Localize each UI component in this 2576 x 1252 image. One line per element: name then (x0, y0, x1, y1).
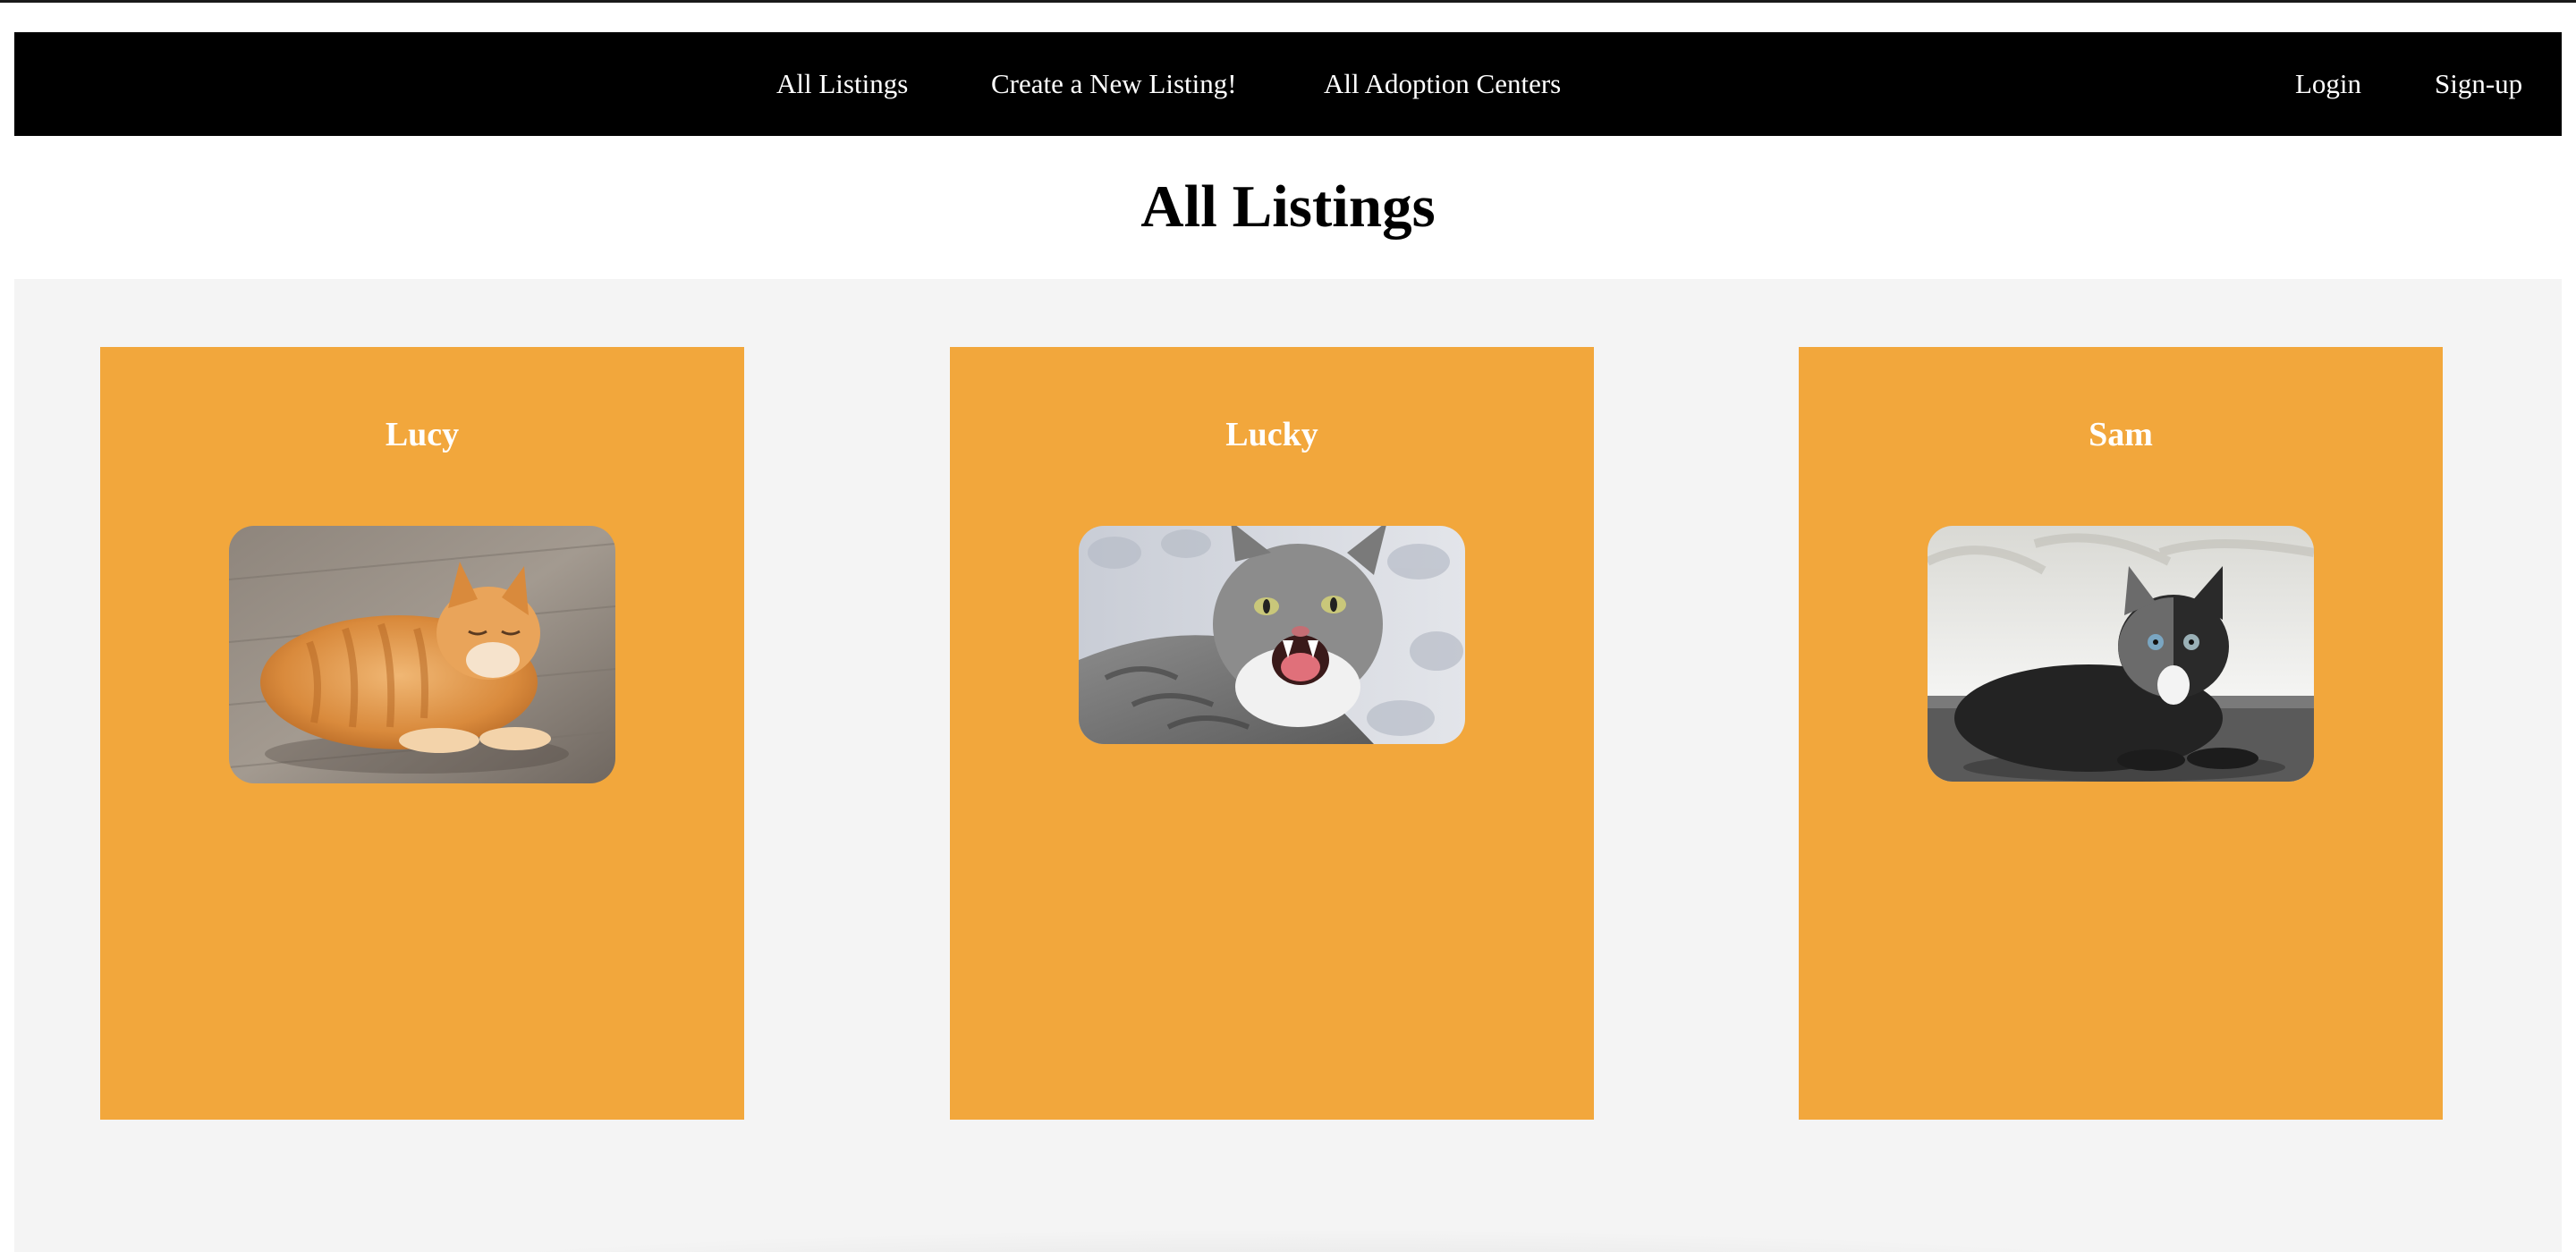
top-rule (0, 0, 2576, 3)
black-cat-photo[interactable] (1928, 526, 2314, 782)
page-title: All Listings (1140, 173, 1436, 240)
nav-all-adoption-centers[interactable]: All Adoption Centers (1324, 32, 1561, 136)
hissing-grey-tabby-cat-photo[interactable] (1079, 526, 1465, 744)
orange-tabby-cat-photo[interactable] (229, 526, 615, 783)
navbar: All Listings Create a New Listing! All A… (14, 32, 2562, 136)
listings-grid: Lucy Lucky Sam (14, 279, 2562, 1252)
listing-name: Sam (2089, 416, 2153, 453)
nav-create-listing[interactable]: Create a New Listing! (991, 32, 1237, 136)
listing-card-lucy[interactable]: Lucy (100, 347, 744, 1120)
listing-card-sam[interactable]: Sam (1799, 347, 2443, 1120)
nav-sign-up[interactable]: Sign-up (2435, 32, 2522, 136)
listing-name: Lucy (385, 416, 460, 453)
listing-card-lucky[interactable]: Lucky (950, 347, 1594, 1120)
card-row-shadow (309, 1229, 2277, 1252)
listing-name: Lucky (1225, 416, 1318, 453)
nav-all-listings[interactable]: All Listings (776, 32, 908, 136)
nav-login[interactable]: Login (2295, 32, 2361, 136)
